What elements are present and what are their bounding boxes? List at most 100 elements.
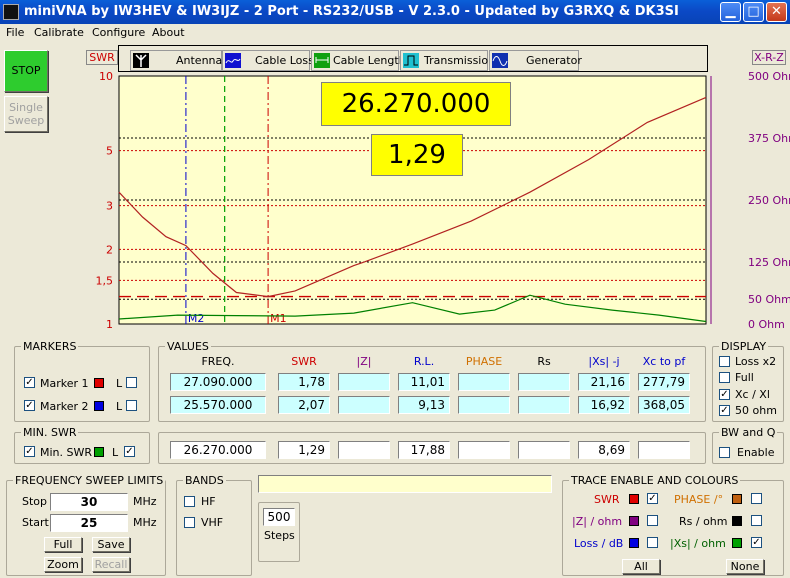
save-button[interactable]: Save [92,537,130,552]
swr-axis-title: SWR [86,50,118,65]
swr-tick-label: 1,5 [96,274,114,287]
tab-cable-loss[interactable]: Cable Loss [222,50,314,71]
min-swr-label: Min. SWR [40,446,93,459]
bwq-enable-label: Enable [737,446,775,459]
tab-cable-length[interactable]: Cable Length [311,50,406,71]
50-ohm-checkbox[interactable]: ✓ [719,405,730,416]
trace-xs-color[interactable] [732,538,742,548]
trace-title: TRACE ENABLE AND COLOURS [569,474,741,487]
trace-swr-checkbox[interactable]: ✓ [647,493,658,504]
marker2-l-checkbox[interactable] [126,400,137,411]
marker2-checkbox[interactable]: ✓ [24,400,35,411]
steps-input[interactable]: 500 [263,508,295,526]
marker2-phase-value [458,396,510,414]
maximize-button[interactable]: □ [743,2,764,22]
marker2-swr-value: 2,07 [278,396,330,414]
start-label: Start [22,516,49,529]
stop-label: Stop [22,495,48,508]
tab-antenna[interactable]: Antenna [130,50,222,71]
stop-unit: MHz [133,495,157,508]
close-button[interactable]: ✕ [766,2,787,22]
header-rs: Rs [537,355,551,368]
markers-title: MARKERS [21,340,79,353]
marker1-xc-value: 277,79 [638,373,690,391]
min-swr-swr-value: 1,29 [278,441,330,459]
menu-file[interactable]: File [6,26,24,39]
header-phase: PHASE [465,355,503,368]
tab-transmission[interactable]: Transmission [400,50,495,71]
marker1-color[interactable] [94,378,104,388]
loss-x2-checkbox[interactable] [719,356,730,367]
trace-phase-checkbox[interactable] [751,493,762,504]
marker2-z-value [338,396,390,414]
trace-rs-color[interactable] [732,516,742,526]
start-unit: MHz [133,516,157,529]
min-swr-xs-value: 8,69 [578,441,630,459]
trace-z-checkbox[interactable] [647,515,658,526]
trace-loss-label: Loss / dB [574,537,624,550]
min-swr-phase-value [458,441,510,459]
values-title: VALUES [165,340,211,353]
trace-none-button[interactable]: None [726,559,764,574]
zoom-button[interactable]: Zoom [44,557,82,572]
hf-label: HF [201,495,216,508]
marker1-z-value [338,373,390,391]
menu-about[interactable]: About [152,26,185,39]
cable-loss-icon [225,53,241,68]
bwq-title: BW and Q [719,426,778,439]
vhf-checkbox[interactable] [184,517,195,528]
min-swr-checkbox[interactable]: ✓ [24,446,35,457]
trace-xs-checkbox[interactable]: ✓ [751,537,762,548]
ohm-tick-label: 50 Ohm [748,293,790,306]
start-freq-input[interactable]: 25 [50,514,128,532]
trace-z-label: |Z| / ohm [572,515,623,528]
trace-swr-color[interactable] [629,494,639,504]
swr-tick-label: 5 [106,145,113,158]
bands-title: BANDS [183,474,226,487]
marker1-swr-value: 1,78 [278,373,330,391]
trace-all-button[interactable]: All [622,559,660,574]
trace-rs-checkbox[interactable] [751,515,762,526]
display-title: DISPLAY [719,340,769,353]
swr-tick-label: 1 [106,318,113,331]
ohm-tick-label: 375 Ohm [748,132,790,145]
hf-checkbox[interactable] [184,496,195,507]
ohm-tick-label: 0 Ohm [748,318,785,331]
marker2-xc-value: 368,05 [638,396,690,414]
menu-configure[interactable]: Configure [92,26,145,39]
min-swr-l-checkbox[interactable]: ✓ [124,446,135,457]
recall-button[interactable]: Recall [92,557,130,572]
trace-z-color[interactable] [629,516,639,526]
marker2-freq-value: 25.570.000 [170,396,266,414]
xc-xl-checkbox[interactable]: ✓ [719,389,730,400]
minimize-button[interactable]: ▁ [720,2,741,22]
marker2-color[interactable] [94,401,104,411]
marker-label-m1: M1 [270,312,287,325]
trace-phase-color[interactable] [732,494,742,504]
stop-freq-input[interactable]: 30 [50,493,128,511]
min-swr-rl-value: 17,88 [398,441,450,459]
trace-loss-checkbox[interactable] [647,537,658,548]
vhf-label: VHF [201,516,224,529]
marker2-rl-value: 9,13 [398,396,450,414]
tab-generator[interactable]: Generator [489,50,582,71]
swr-tick-label: 10 [99,72,113,83]
trace-swr-label: SWR [594,493,620,506]
trace-loss-color[interactable] [629,538,639,548]
menu-calibrate[interactable]: Calibrate [34,26,84,39]
ohm-tick-label: 500 Ohm [748,72,790,83]
full-label: Full [735,371,754,384]
trace-rs-label: Rs / ohm [679,515,728,528]
full-button[interactable]: Full [44,537,82,552]
full-checkbox[interactable] [719,372,730,383]
marker1-checkbox[interactable]: ✓ [24,377,35,388]
bwq-enable-checkbox[interactable] [719,447,730,458]
trace-phase-label: PHASE /° [674,493,724,506]
steps-label: Steps [264,529,295,542]
marker1-l-checkbox[interactable] [126,377,137,388]
marker2-label: Marker 2 [40,400,89,413]
cable-length-icon [314,53,330,68]
trace-xs-label: |Xs| / ohm [670,537,726,550]
min-swr-color[interactable] [94,447,104,457]
frequency-readout: 26.270.000 [321,82,511,126]
